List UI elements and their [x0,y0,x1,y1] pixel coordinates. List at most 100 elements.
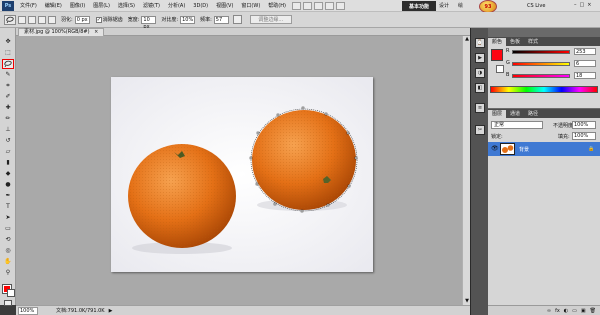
minimize-button[interactable]: – [574,2,577,8]
frequency-input[interactable]: 57 [213,15,229,24]
menu-window[interactable]: 窗口(W) [237,2,264,9]
subtract-from-selection-button[interactable] [38,15,46,24]
tab-paths[interactable]: 路径 [524,110,542,118]
dodge-tool-icon[interactable]: ● [3,181,13,189]
background-color-swatch[interactable] [7,289,15,297]
antialias-label: 消除锯齿 [102,17,123,23]
tab-color[interactable]: 颜色 [488,38,507,46]
history-panel-icon[interactable]: ⌚ [475,38,485,48]
color-spectrum-ramp[interactable] [490,86,598,93]
close-tab-icon[interactable]: × [94,29,98,35]
menu-view[interactable]: 视图(V) [212,2,237,9]
eraser-tool-icon[interactable]: ▱ [3,148,13,156]
menu-image[interactable]: 图像(I) [66,2,89,9]
vertical-scrollbar[interactable]: ▲ ▼ [462,36,470,305]
menu-analysis[interactable]: 分析(A) [164,2,189,9]
brush-tool-icon[interactable]: ✏ [3,115,13,123]
menu-3d[interactable]: 3D(D) [189,3,212,9]
maximize-button[interactable]: □ [580,2,585,8]
blue-channel-input[interactable]: 18 [574,72,596,79]
path-selection-tool-icon[interactable]: ➤ [3,214,13,222]
actions-panel-icon[interactable]: ▶ [475,53,485,63]
arrange-documents-button[interactable] [324,1,334,10]
menu-bar: Ps 文件(F) 编辑(E) 图像(I) 图层(L) 选择(S) 滤镜(T) 分… [0,0,600,12]
screen-mode-button[interactable] [335,1,345,10]
green-channel-input[interactable]: 6 [574,60,596,67]
zoom-level-input[interactable]: 100% [18,306,38,315]
zoom-level-button[interactable] [313,1,323,10]
healing-brush-tool-icon[interactable]: ✚ [3,104,13,112]
gradient-tool-icon[interactable]: ▮ [3,159,13,167]
blue-channel-label: B [506,72,510,78]
channels-panel-icon[interactable]: ≡ [475,103,485,113]
masks-panel-icon[interactable]: ◧ [475,83,485,93]
cs-live-button[interactable]: CS Live [527,3,545,9]
quick-mask-icon[interactable] [4,300,12,306]
document-tab[interactable]: 素材.jpg @ 100%(RGB/8#) × [18,28,105,36]
tab-styles[interactable]: 样式 [524,38,542,46]
tab-channels[interactable]: 通道 [506,110,524,118]
refine-edge-button[interactable]: 调整边缘... [249,15,292,24]
layer-name[interactable]: 背景 [519,146,529,153]
eye-icon[interactable]: 👁 [491,145,499,152]
intersect-selection-button[interactable] [48,15,56,24]
tablet-pressure-icon[interactable] [232,15,242,24]
antialias-checkbox[interactable]: ✓ [95,16,102,23]
adjustments-panel-icon[interactable]: ◑ [475,68,485,78]
menu-edit[interactable]: 编辑(E) [41,2,66,9]
pen-tool-icon[interactable]: ✒ [3,192,13,200]
blend-mode-select[interactable]: 正常 [491,121,543,129]
move-tool-icon[interactable]: ✥ [3,38,13,46]
add-to-selection-button[interactable] [28,15,36,24]
tool-preset-picker[interactable] [4,14,16,25]
green-channel-slider[interactable] [512,62,570,66]
red-channel-input[interactable]: 253 [574,48,596,55]
status-menu-icon[interactable]: ▶ [109,308,113,314]
new-selection-button[interactable] [18,15,26,24]
eyedropper-tool-icon[interactable]: ✐ [3,93,13,101]
width-input[interactable]: 10 px [141,15,157,30]
layer-mask-icon[interactable]: ▭ [572,308,577,314]
zoom-tool-icon[interactable]: ⚲ [3,269,13,277]
tab-swatches[interactable]: 色板 [506,38,524,46]
red-channel-slider[interactable] [512,50,570,54]
feather-input[interactable]: 0 px [74,15,90,24]
marquee-tool-icon[interactable]: ⬚ [3,49,13,57]
menu-filter[interactable]: 滤镜(T) [139,2,164,9]
trash-icon[interactable]: 🗑 [590,308,596,314]
fill-input[interactable]: 100% [572,132,596,140]
tab-layers[interactable]: 图层 [488,110,507,118]
shape-tool-icon[interactable]: ▭ [3,225,13,233]
minibridge-button[interactable] [302,1,312,10]
crop-tool-icon[interactable]: ⌗ [3,82,13,90]
workspace-design-button[interactable]: 设计 [439,2,449,9]
menu-help[interactable]: 帮助(H) [264,2,290,9]
close-button[interactable]: × [587,2,591,8]
blur-tool-icon[interactable]: ◆ [3,170,13,178]
layer-style-icon[interactable]: fx [555,308,560,314]
red-channel-label: R [506,48,510,54]
3d-rotate-tool-icon[interactable]: ⟲ [3,236,13,244]
contrast-input[interactable]: 10% [180,15,196,24]
menu-layer[interactable]: 图层(L) [89,2,114,9]
new-layer-icon[interactable]: ▣ [581,308,586,314]
hand-tool-icon[interactable]: ✋ [3,258,13,266]
tools-panel-icon[interactable]: ✂ [475,125,485,135]
3d-orbit-tool-icon[interactable]: ◎ [3,247,13,255]
bridge-button[interactable] [291,1,301,10]
clone-stamp-tool-icon[interactable]: ⊥ [3,126,13,134]
blue-channel-slider[interactable] [512,74,570,78]
quick-selection-tool-icon[interactable]: ✎ [3,71,13,79]
magnetic-lasso-tool-icon[interactable] [2,59,14,69]
opacity-input[interactable]: 100% [572,121,596,129]
link-layers-icon[interactable]: ∞ [547,308,551,314]
history-brush-tool-icon[interactable]: ↺ [3,137,13,145]
menu-select[interactable]: 选择(S) [114,2,139,9]
status-bar: 100% 文档:791.0K/791.0K ▶ [16,305,470,315]
document-canvas[interactable] [111,77,373,272]
menu-file[interactable]: 文件(F) [16,2,41,9]
workspace-draw-button[interactable]: 绘 [458,2,463,9]
workspace-essentials-button[interactable]: 基本功能 [402,1,436,11]
type-tool-icon[interactable]: T [3,203,13,211]
adjustment-layer-icon[interactable]: ◐ [564,308,568,314]
